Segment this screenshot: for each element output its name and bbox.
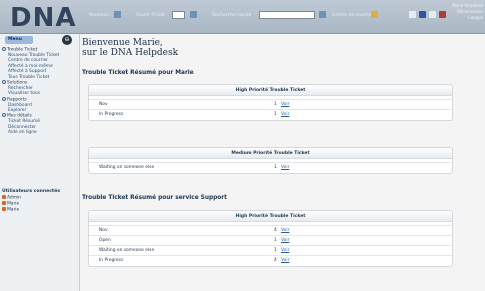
ticket-count: 1	[274, 165, 277, 170]
menu-item[interactable]: Aide en ligne	[2, 130, 80, 135]
status-label: Nov	[99, 228, 108, 233]
menu-item-label: Aide en ligne	[8, 130, 37, 136]
ticket-count: 1	[274, 112, 277, 117]
connected-user[interactable]: Marie	[2, 207, 21, 213]
expand-icon[interactable]	[2, 113, 6, 118]
ticket-status-row: In Progress 1 Voir	[89, 110, 452, 120]
status-label: Nov	[99, 102, 108, 107]
view-link[interactable]: Voir	[281, 165, 289, 170]
ticket-count: 4	[274, 258, 277, 263]
user-icon	[2, 201, 6, 206]
menu-item-label: Tous Trouble Ticket	[8, 74, 50, 80]
status-label: Waiting on someone else	[99, 248, 155, 253]
sidebar: Menu ⊖ Trouble Ticket Nouveau Trouble Tic…	[0, 34, 80, 291]
panel-header: Medium Priorité Trouble Ticket	[89, 148, 452, 159]
menu-item-label: Dashboard	[8, 102, 32, 108]
welcome-line-2: sur le DNA Helpdesk	[82, 48, 179, 58]
search-go-icon[interactable]	[319, 11, 326, 18]
status-label: Waiting on someone else	[99, 165, 155, 170]
panel-header: High Priorité Trouble Ticket	[89, 85, 452, 96]
welcome-message: Bienvenue Marie, sur le DNA Helpdesk	[82, 38, 178, 58]
section-title-user: Trouble Ticket Résumé pour Marie	[82, 70, 194, 76]
view-link[interactable]: Voir	[281, 112, 289, 117]
panel-high-priority-support: High Priorité Trouble Ticket Nov 4 Voir Open…	[88, 210, 453, 267]
ticket-status-row: Nov 1 Voir	[89, 100, 452, 110]
view-link[interactable]: Voir	[281, 258, 289, 263]
panel-high-priority-user: High Priorité Trouble Ticket Nov 1 Voir In P…	[88, 84, 453, 121]
ticket-status-row: Nov 4 Voir	[89, 226, 452, 236]
logo-text: DNA	[10, 3, 77, 33]
ticket-number-input[interactable]	[172, 11, 185, 19]
connected-users-title: Utilisateurs connectés	[2, 189, 60, 194]
menu-item-label: Trouble Ticket	[7, 47, 38, 53]
open-ticket-label: Ouvrir Ticket	[136, 13, 165, 18]
panel-medium-priority-user: Medium Priorité Trouble Ticket Waiting on…	[88, 147, 453, 174]
connected-user-name: Admin	[7, 195, 21, 201]
panel-header: High Priorité Trouble Ticket	[89, 211, 452, 222]
new-dropdown-icon[interactable]	[114, 11, 121, 18]
status-label: In Progress	[99, 258, 124, 263]
menu-item-label: Déconnecter	[8, 124, 37, 130]
collapse-icon[interactable]: ⊖	[62, 35, 72, 45]
lock-icon[interactable]	[439, 11, 446, 18]
connected-users-list: Admin Marie Marie	[2, 195, 21, 213]
main-content: Bienvenue Marie, sur le DNA Helpdesk Tro…	[82, 34, 482, 291]
status-label: Open	[99, 238, 111, 243]
mail-icon[interactable]	[371, 11, 378, 18]
menu-item-label: Solutions	[7, 80, 28, 86]
quick-search-label: Recherche rapide	[212, 13, 252, 18]
connected-user-name: Marie	[7, 201, 20, 207]
check-icon[interactable]	[409, 11, 416, 18]
ticket-status-row: Open 1 Voir	[89, 236, 452, 246]
new-label: Nouveau :	[89, 13, 112, 18]
ticket-status-row: Waiting on someone else 1 Voir	[89, 163, 452, 173]
dna-logo[interactable]: DNA	[10, 3, 76, 33]
menu-tab[interactable]: Menu	[5, 36, 33, 44]
mail-center-label: Centre de courrier	[332, 13, 374, 18]
ticket-status-row: In Progress 4 Voir	[89, 256, 452, 266]
open-ticket-go-icon[interactable]	[190, 11, 197, 18]
menu-list: Trouble Ticket Nouveau Trouble Ticket Cent…	[2, 47, 80, 136]
menu-item-label: Rapports	[7, 97, 27, 103]
quick-search-input[interactable]	[259, 11, 315, 19]
welcome-line-1: Bienvenue Marie,	[82, 38, 163, 48]
settings-icon[interactable]	[429, 11, 436, 18]
flag-icon[interactable]	[419, 11, 426, 18]
expand-icon[interactable]	[2, 79, 6, 84]
view-link[interactable]: Voir	[281, 248, 289, 253]
user-icon	[2, 195, 6, 199]
top-bar: DNA Nouveau : Ouvrir Ticket Recherche ra…	[0, 0, 485, 34]
view-link[interactable]: Voir	[281, 238, 289, 243]
status-label: In Progress	[99, 112, 124, 117]
expand-icon[interactable]	[2, 47, 6, 51]
ticket-count: 4	[274, 228, 277, 233]
menu-item-label: Visualiser tous	[8, 91, 40, 97]
view-link[interactable]: Voir	[281, 102, 289, 107]
connected-user-name: Marie	[7, 207, 20, 213]
menu-item-label: Affecté à Support	[8, 69, 47, 75]
user-icon	[2, 207, 6, 212]
language-link[interactable]: Langue	[452, 15, 483, 21]
ticket-count: 1	[274, 102, 277, 107]
user-info: Marie Helpdesk Déconnexion Langue	[452, 3, 483, 21]
menu-item-label: Ticket Résumé	[8, 119, 40, 125]
ticket-count: 1	[274, 238, 277, 243]
ticket-status-row: Waiting on someone else 1 Voir	[89, 246, 452, 256]
menu-item-label: Centre de courrier	[8, 58, 49, 64]
menu-item-label: Explorer	[8, 107, 27, 113]
expand-icon[interactable]	[2, 96, 6, 101]
view-link[interactable]: Voir	[281, 228, 289, 233]
section-title-support: Trouble Ticket Résumé pour service Suppo…	[82, 195, 227, 201]
menu-item-label: Affecté à moi-même	[8, 63, 53, 69]
ticket-count: 1	[274, 248, 277, 253]
